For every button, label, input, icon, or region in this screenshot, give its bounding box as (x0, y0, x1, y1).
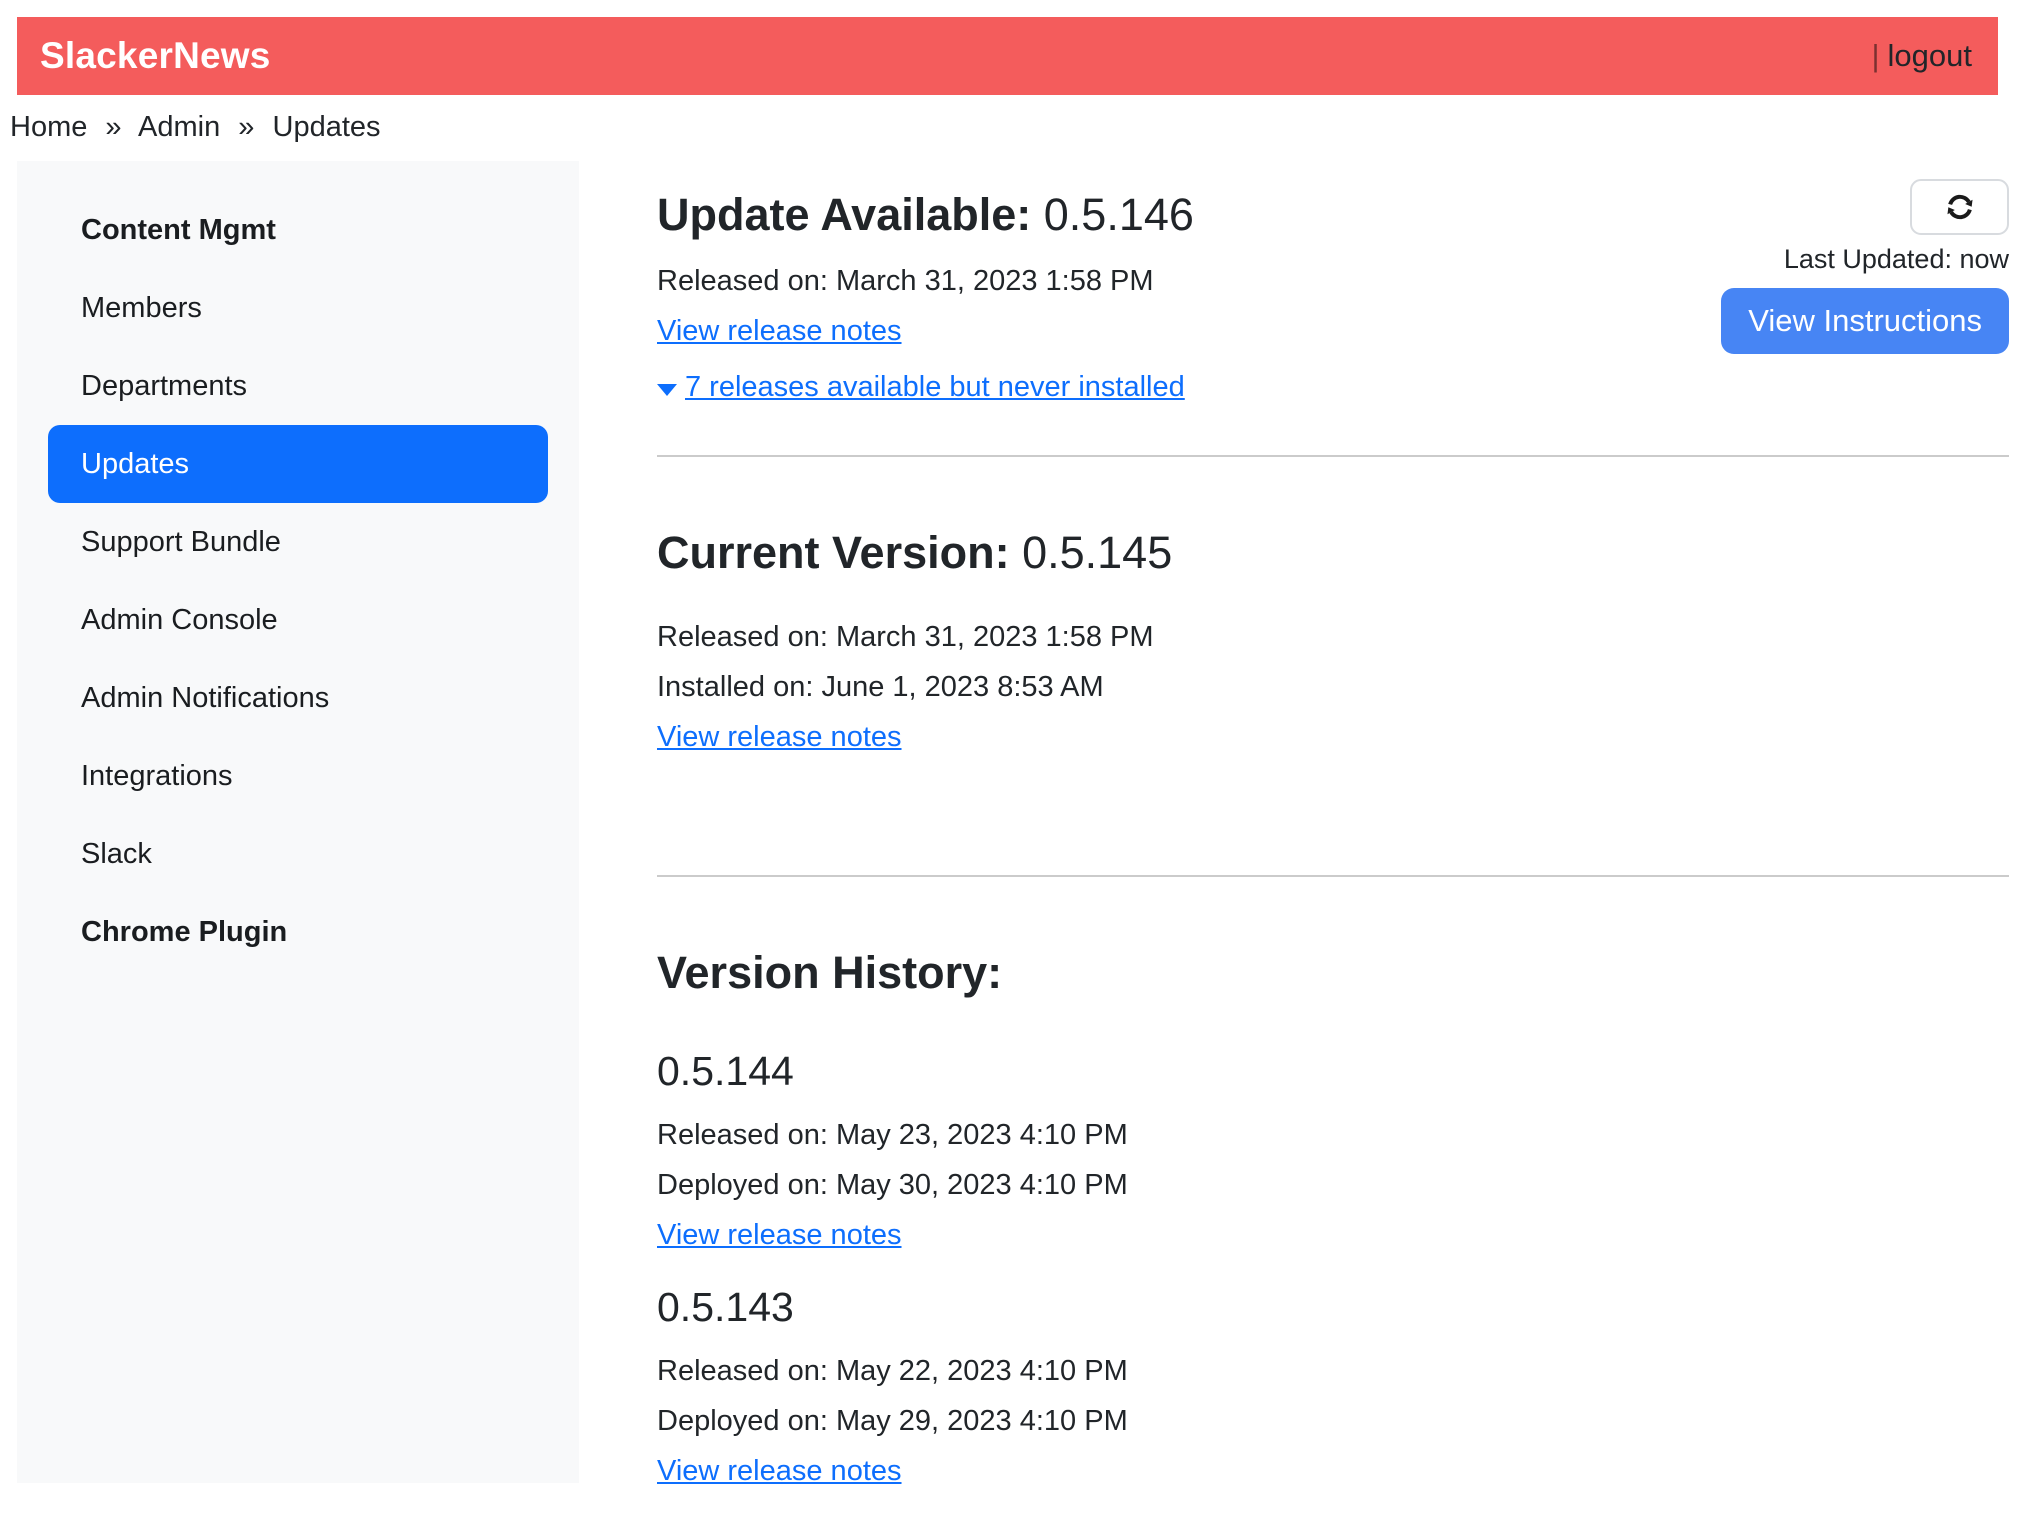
history-released-on: Released on: May 22, 2023 4:10 PM (657, 1353, 2009, 1389)
current-release-notes-link[interactable]: View release notes (657, 719, 902, 755)
sidebar-item-integrations[interactable]: Integrations (48, 737, 548, 815)
sidebar-item-updates[interactable]: Updates (48, 425, 548, 503)
main-content: Last Updated: now View Instructions Upda… (657, 161, 2009, 1503)
sidebar-item-chrome-plugin[interactable]: Chrome Plugin (48, 893, 548, 971)
refresh-icon (1943, 190, 1977, 224)
history-release-notes-link[interactable]: View release notes (657, 1453, 902, 1489)
version-history-section: Version History: 0.5.144 Released on: Ma… (657, 947, 2009, 1503)
history-deployed-on: Deployed on: May 29, 2023 4:10 PM (657, 1403, 2009, 1439)
section-divider (657, 875, 2009, 877)
history-deployed-on: Deployed on: May 30, 2023 4:10 PM (657, 1167, 2009, 1203)
sidebar-item-slack[interactable]: Slack (48, 815, 548, 893)
history-version: 0.5.143 (657, 1283, 2009, 1331)
logout-area: | logout (1871, 38, 1972, 74)
sidebar-item-content-mgmt[interactable]: Content Mgmt (48, 191, 548, 269)
section-divider (657, 455, 2009, 457)
breadcrumb-updates: Updates (273, 111, 381, 143)
refresh-button[interactable] (1910, 179, 2009, 235)
sidebar-item-departments[interactable]: Departments (48, 347, 548, 425)
update-available-version: 0.5.146 (1044, 189, 1194, 240)
releases-toggle-link[interactable]: 7 releases available but never installed (685, 371, 1185, 403)
current-version-label: Current Version: (657, 527, 1010, 578)
last-updated-text: Last Updated: now (1784, 244, 2009, 275)
history-release-notes-link[interactable]: View release notes (657, 1217, 902, 1253)
update-release-notes-link[interactable]: View release notes (657, 313, 902, 349)
version-history-heading: Version History: (657, 947, 2009, 999)
breadcrumb-separator: » (238, 111, 254, 143)
app-title[interactable]: SlackerNews (40, 35, 271, 77)
current-released-on: Released on: March 31, 2023 1:58 PM (657, 619, 2009, 655)
sidebar-item-admin-notifications[interactable]: Admin Notifications (48, 659, 548, 737)
sidebar-item-support-bundle[interactable]: Support Bundle (48, 503, 548, 581)
dropdown-caret-icon (657, 369, 677, 405)
history-entry: 0.5.143 Released on: May 22, 2023 4:10 P… (657, 1283, 2009, 1503)
history-released-on: Released on: May 23, 2023 4:10 PM (657, 1117, 2009, 1153)
current-version-number: 0.5.145 (1022, 527, 1172, 578)
logout-separator: | (1871, 38, 1879, 73)
breadcrumb-home[interactable]: Home (10, 111, 87, 143)
sidebar-item-members[interactable]: Members (48, 269, 548, 347)
current-installed-on: Installed on: June 1, 2023 8:53 AM (657, 669, 2009, 705)
breadcrumb: Home » Admin » Updates (10, 111, 2028, 144)
history-entry: 0.5.144 Released on: May 23, 2023 4:10 P… (657, 1047, 2009, 1267)
update-available-label: Update Available: (657, 189, 1031, 240)
app-header: SlackerNews | logout (17, 17, 1998, 95)
current-version-heading: Current Version: 0.5.145 (657, 527, 2009, 579)
history-version: 0.5.144 (657, 1047, 2009, 1095)
update-controls: Last Updated: now View Instructions (1721, 179, 2009, 354)
breadcrumb-admin[interactable]: Admin (138, 111, 220, 143)
breadcrumb-separator: » (105, 111, 121, 143)
logout-link[interactable]: logout (1888, 38, 1972, 73)
view-instructions-button[interactable]: View Instructions (1721, 288, 2009, 354)
admin-sidebar: Content Mgmt Members Departments Updates… (17, 161, 579, 1483)
sidebar-item-admin-console[interactable]: Admin Console (48, 581, 548, 659)
current-version-section: Current Version: 0.5.145 Released on: Ma… (657, 527, 2009, 825)
releases-toggle: 7 releases available but never installed (657, 369, 2009, 405)
